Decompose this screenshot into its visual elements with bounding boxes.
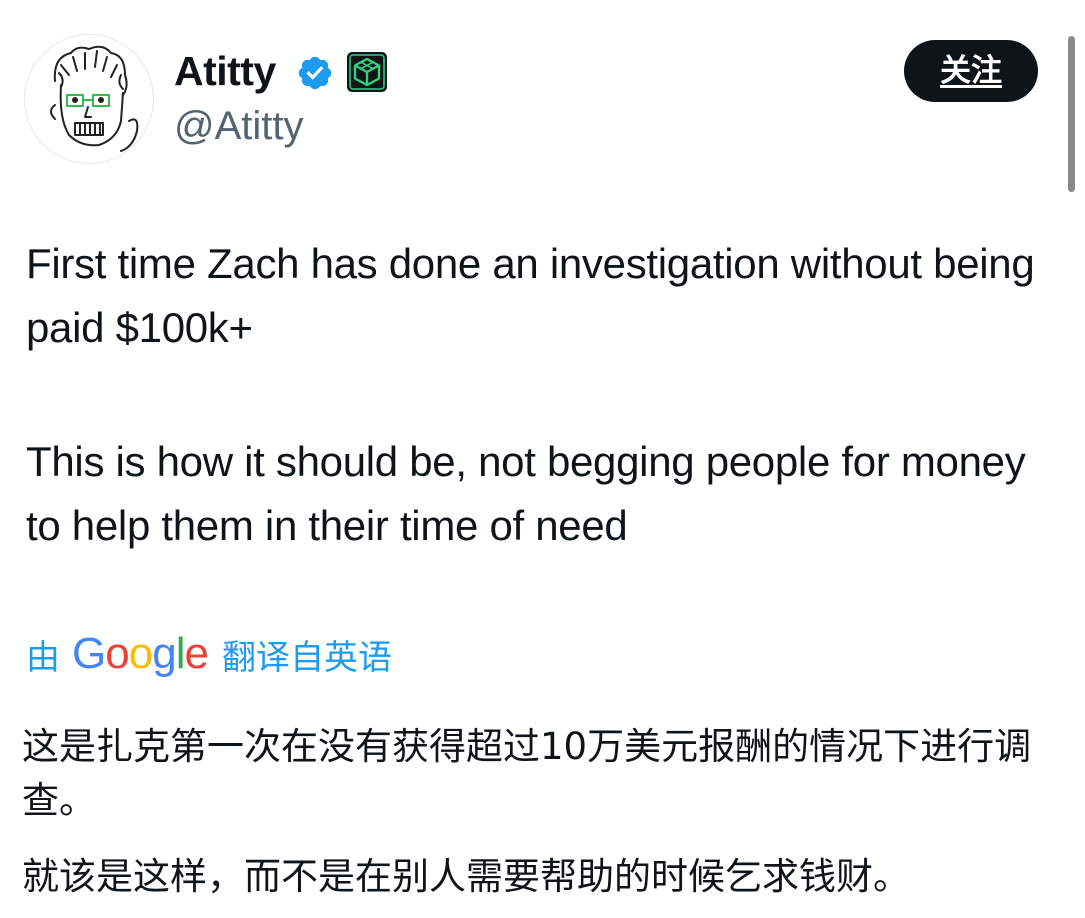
translated-paragraph-2: 就该是这样，而不是在别人需要帮助的时候乞求钱财。 [22,855,910,898]
translated-paragraph-1: 这是扎克第一次在没有获得超过10万美元报酬的情况下进行调查。 [22,725,1032,822]
avatar[interactable] [24,34,154,164]
translation-prefix: 由 [26,637,60,678]
tweet-paragraph-1: First time Zach has done an investigatio… [26,240,1035,351]
display-name[interactable]: Atitty [174,44,276,98]
tweet-paragraph-2: This is how it should be, not begging pe… [26,438,1026,549]
follow-button[interactable]: 关注 [904,40,1038,102]
verified-badge-icon [298,56,332,90]
google-wordmark: Google [72,629,209,678]
translation-attribution[interactable]: 由 Google 翻译自英语 [26,626,392,682]
google-logo: Google [72,626,209,682]
translation-source-label: 翻译自英语 [221,637,392,678]
user-handle[interactable]: @Atitty [174,100,304,152]
cartoon-portrait-avatar-icon [50,45,139,152]
affiliate-cube-badge-icon[interactable] [346,51,388,93]
scrollbar-thumb[interactable] [1068,36,1075,192]
